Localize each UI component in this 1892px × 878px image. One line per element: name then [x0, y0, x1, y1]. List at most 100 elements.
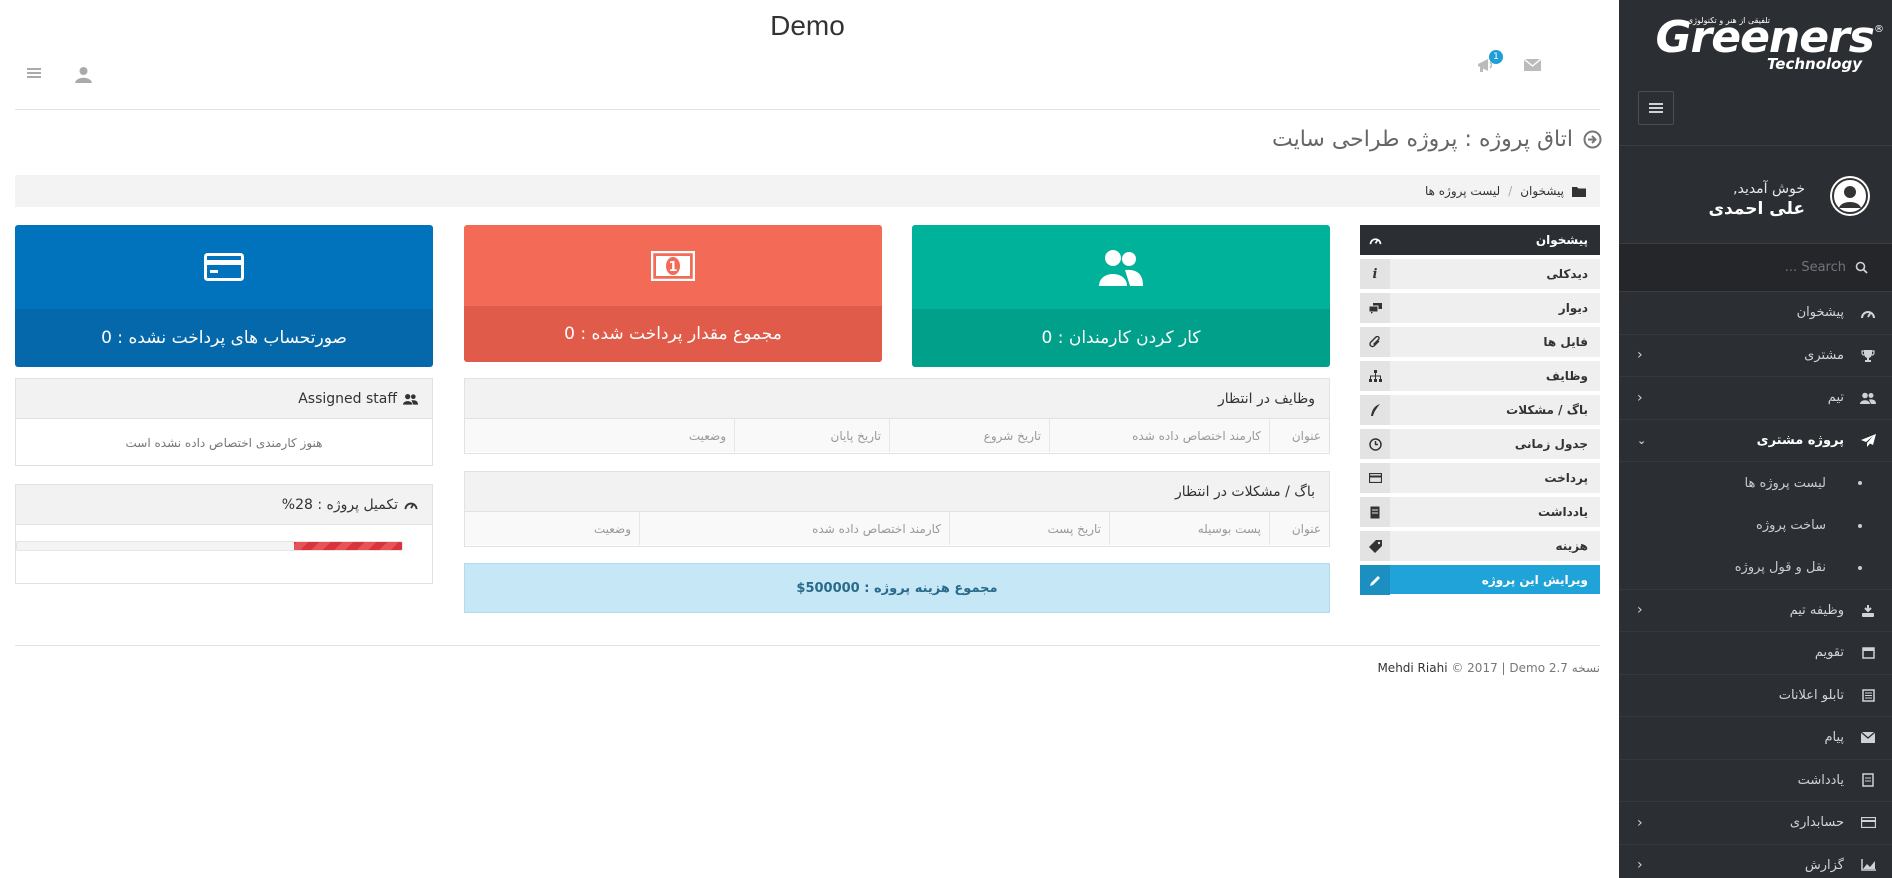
notification-badge: 1: [1489, 50, 1503, 64]
sidebar-item-report[interactable]: گزارش ‹: [1619, 845, 1892, 878]
sidebar-item-messages[interactable]: پیام: [1619, 717, 1892, 760]
project-menu-notes[interactable]: یادداشت: [1360, 497, 1600, 527]
project-menu-wall[interactable]: دیوار: [1360, 293, 1600, 323]
total-paid-text: مجموع مقدار پرداخت شده : 0: [464, 306, 882, 362]
sidebar-subitem-create-project[interactable]: ساخت پروژه: [1619, 505, 1892, 548]
footer-text: © 2017 | Demo نسخه 2.7: [1451, 661, 1600, 675]
note-icon: [1858, 773, 1878, 787]
menu-icon[interactable]: [27, 67, 41, 79]
sidebar-subitem-project-quote[interactable]: نقل و قول پروژه: [1619, 547, 1892, 590]
sidebar-item-team-task[interactable]: وظیفه تیم ‹: [1619, 590, 1892, 632]
dashboard-icon: [1858, 307, 1878, 319]
sidebar-menu: پیشخوان مشتری ‹ تیم ‹ پروژه مشتری ⌄ لیست…: [1619, 292, 1892, 878]
task-icon: [1858, 604, 1878, 617]
project-menu-bugs[interactable]: باگ / مشکلات: [1360, 395, 1600, 425]
chevron-down-icon: ⌄: [1637, 433, 1647, 447]
credit-card-icon: [1858, 817, 1878, 829]
column-header[interactable]: عنوان: [1269, 419, 1329, 452]
sidebar-item-customer[interactable]: مشتری ‹: [1619, 335, 1892, 377]
project-menu-label: دیدکلی: [1546, 267, 1588, 281]
menu-icon: [1649, 103, 1663, 113]
sidebar-item-label: یادداشت: [1797, 772, 1844, 788]
sidebar-item-calendar[interactable]: تقویم: [1619, 632, 1892, 675]
project-menu-tasks[interactable]: وظایف: [1360, 361, 1600, 391]
unpaid-invoices-text: صورتحساب های پرداخت نشده : 0: [15, 309, 433, 367]
assigned-staff-header: Assigned staff: [16, 379, 432, 419]
trophy-icon: [1858, 349, 1878, 362]
column-header[interactable]: پست بوسیله: [1109, 512, 1269, 545]
breadcrumb-home[interactable]: پیشخوان: [1520, 184, 1564, 198]
project-menu-dashboard[interactable]: پیشخوان: [1360, 225, 1600, 255]
total-paid-card[interactable]: 1 مجموع مقدار پرداخت شده : 0: [464, 225, 882, 362]
sidebar-item-label: ساخت پروژه: [1756, 518, 1826, 534]
column-header[interactable]: وضعیت: [465, 419, 734, 452]
clock-icon: [1360, 429, 1390, 459]
working-staff-card[interactable]: کار کردن کارمندان : 0: [912, 225, 1330, 367]
page-title: اتاق پروژه : پروژه طراحی سایت: [1272, 127, 1602, 152]
sidebar-item-team[interactable]: تیم ‹: [1619, 377, 1892, 420]
user-icon[interactable]: [75, 66, 92, 83]
sidebar-item-label: گزارش: [1804, 857, 1844, 873]
search-input[interactable]: [1666, 260, 1846, 275]
sidebar-item-label: مشتری: [1804, 347, 1844, 363]
credit-card-icon: [204, 253, 244, 281]
project-completion-panel: تکمیل پروژه : 28%: [15, 484, 433, 584]
sidebar-item-notice-board[interactable]: تابلو اعلانات: [1619, 675, 1892, 717]
breadcrumb-separator: /: [1508, 184, 1513, 198]
search-icon[interactable]: [1846, 261, 1876, 274]
breadcrumb-current[interactable]: لیست پروژه ها: [1425, 184, 1500, 198]
chevron-left-icon: ‹: [1637, 602, 1643, 619]
info-icon: i: [1360, 259, 1390, 289]
note-icon: [1360, 497, 1390, 527]
project-menu-files[interactable]: فایل ها: [1360, 327, 1600, 357]
total-cost-alert: مجموع هزینه پروژه : 500000$: [464, 563, 1330, 613]
sidebar-item-accounting[interactable]: حسابداری ‹: [1619, 802, 1892, 845]
project-menu-timeline[interactable]: جدول زمانی: [1360, 429, 1600, 459]
working-staff-text: کار کردن کارمندان : 0: [912, 309, 1330, 367]
footer-author[interactable]: Mehdi Riahi: [1377, 661, 1447, 675]
notification-bell-icon[interactable]: 1: [1477, 50, 1503, 73]
site-title: Demo: [770, 10, 845, 41]
sidebar: تلفیقی از هنر و تکنولوژی Greeners ® Tech…: [1619, 0, 1892, 878]
user-avatar-icon: [1832, 178, 1868, 214]
logo[interactable]: تلفیقی از هنر و تکنولوژی Greeners ® Tech…: [1619, 0, 1892, 80]
pending-tasks-table-header: عنوان کارمند اختصاص داده شده تاریخ شروع …: [465, 419, 1329, 452]
sidebar-item-dashboard[interactable]: پیشخوان: [1619, 292, 1892, 335]
sidebar-item-label: نقل و قول پروژه: [1734, 560, 1826, 576]
chart-icon: [1858, 859, 1878, 871]
column-header[interactable]: عنوان: [1269, 512, 1329, 545]
logo-sub-text: Technology: [1767, 55, 1862, 73]
project-menu-payment[interactable]: پرداخت: [1360, 463, 1600, 493]
comments-icon: [1360, 293, 1390, 323]
username: علی احمدی: [1708, 199, 1805, 219]
pending-bugs-table-header: عنوان پست بوسیله تاریخ پست کارمند اختصاص…: [465, 512, 1329, 545]
sidebar-item-label: پیام: [1824, 730, 1844, 746]
bullet-icon: [1850, 481, 1870, 486]
sidebar-item-customer-project[interactable]: پروژه مشتری ⌄: [1619, 420, 1892, 462]
pending-bugs-title: باگ / مشکلات در انتظار: [465, 472, 1329, 512]
column-header[interactable]: کارمند اختصاص داده شده: [639, 512, 949, 545]
column-header[interactable]: تاریخ پایان: [734, 419, 889, 452]
sidebar-item-label: تیم: [1827, 390, 1844, 406]
sidebar-subitem-project-list[interactable]: لیست پروژه ها: [1619, 462, 1892, 505]
project-menu-label: وظایف: [1545, 369, 1588, 383]
sidebar-item-label: تابلو اعلانات: [1778, 687, 1844, 703]
mail-icon[interactable]: [1524, 59, 1541, 71]
avatar[interactable]: [1830, 176, 1870, 216]
column-header[interactable]: کارمند اختصاص داده شده: [1049, 419, 1269, 452]
column-header[interactable]: تاریخ شروع: [889, 419, 1049, 452]
sidebar-item-notes[interactable]: یادداشت: [1619, 760, 1892, 802]
breadcrumb: پیشخوان / لیست پروژه ها: [15, 175, 1600, 207]
column-header[interactable]: تاریخ پست: [949, 512, 1109, 545]
column-header[interactable]: وضعیت: [465, 512, 639, 545]
pending-tasks-panel: وظایف در انتظار عنوان کارمند اختصاص داده…: [464, 378, 1330, 454]
board-icon: [1858, 689, 1878, 702]
unpaid-invoices-card[interactable]: صورتحساب های پرداخت نشده : 0: [15, 225, 433, 367]
edit-project-button[interactable]: ویرایش این پروژه: [1360, 565, 1600, 595]
project-menu-overview[interactable]: دیدکلی i: [1360, 259, 1600, 289]
project-menu-expense[interactable]: هزینه: [1360, 531, 1600, 561]
project-menu-label: فایل ها: [1543, 335, 1588, 349]
sidebar-toggle-button[interactable]: [1638, 91, 1674, 125]
chevron-left-icon: ‹: [1637, 814, 1643, 831]
paper-plane-icon: [1858, 433, 1878, 447]
